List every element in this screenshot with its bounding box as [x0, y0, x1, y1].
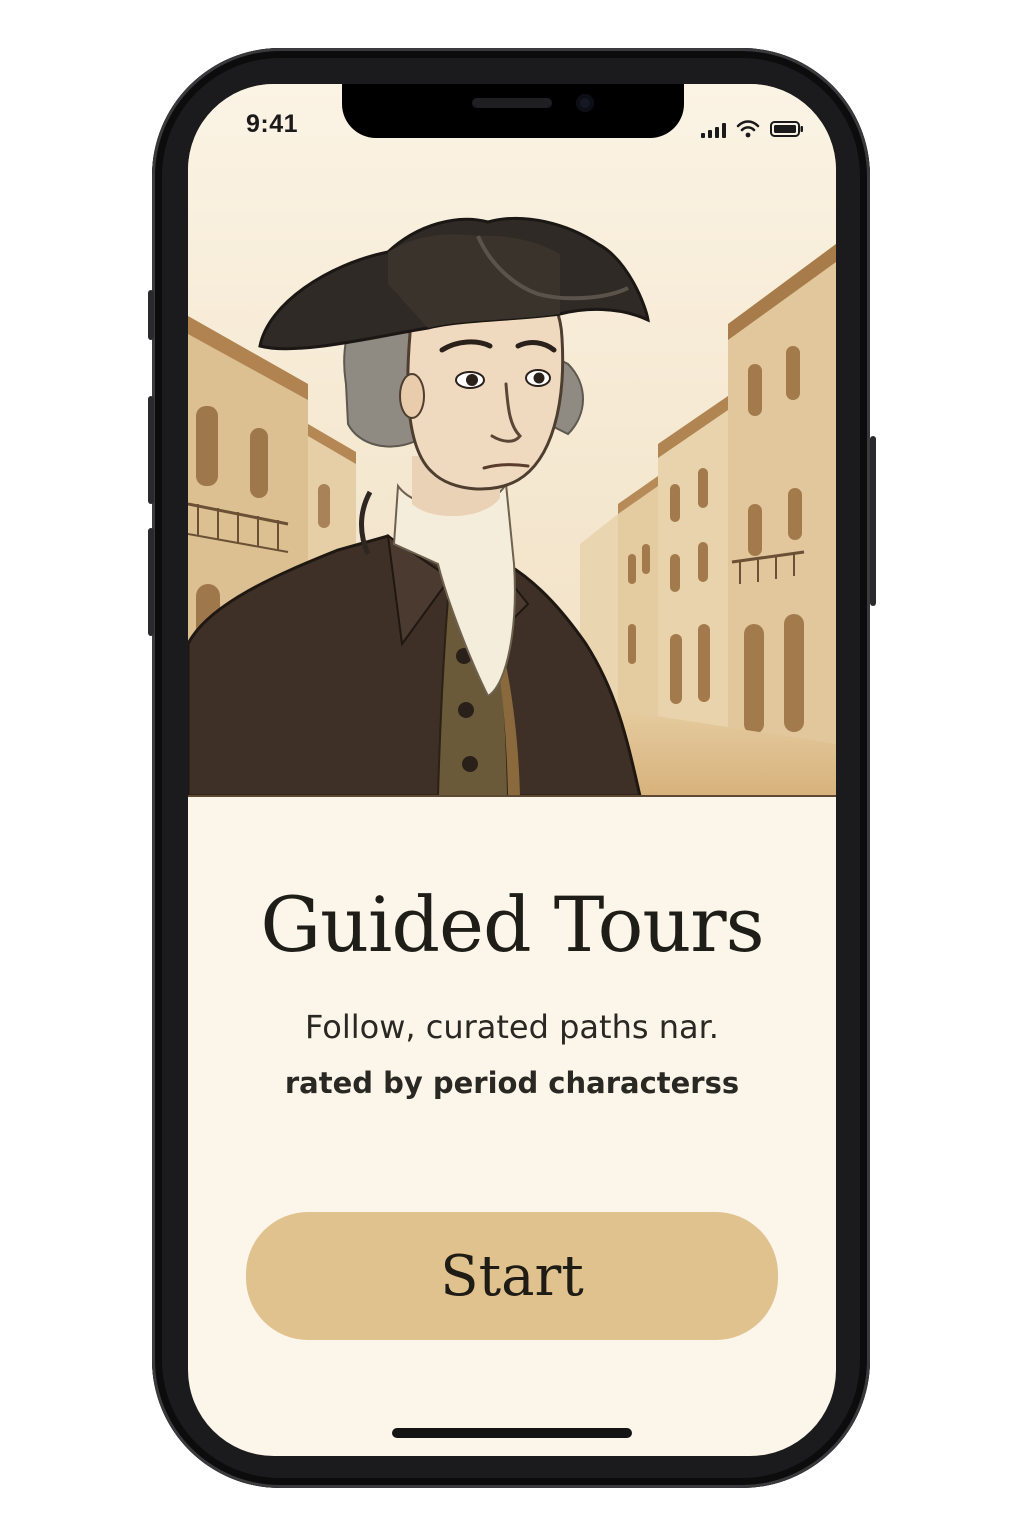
subtitle-line-2: rated by period characterss	[284, 1066, 740, 1100]
status-time: 9:41	[246, 110, 299, 138]
notch	[342, 84, 684, 138]
app-screen: 9:41 Guided Tours Follow, curated paths …	[188, 84, 836, 1456]
home-indicator[interactable]	[392, 1428, 632, 1438]
device-mockup: 9:41 Guided Tours Follow, curated paths …	[0, 0, 1024, 1536]
volume-down-button	[148, 528, 154, 636]
page-title: Guided Tours	[260, 880, 764, 969]
volume-up-button	[148, 396, 154, 504]
portrait-illustration	[188, 84, 836, 796]
mute-switch	[148, 290, 154, 340]
subtitle-line-1: Follow, curated paths nar.	[305, 1008, 719, 1046]
start-button[interactable]: Start	[246, 1212, 778, 1340]
status-icons	[701, 118, 804, 138]
speaker-grille	[472, 98, 552, 108]
hero-divider	[188, 795, 836, 797]
battery-icon	[770, 120, 804, 138]
start-button-label: Start	[440, 1243, 584, 1309]
cellular-signal-icon	[701, 122, 726, 138]
wifi-icon	[736, 120, 760, 138]
power-button	[870, 436, 876, 606]
hero-illustration	[188, 84, 836, 796]
front-camera	[576, 94, 594, 112]
status-bar: 9:41	[188, 84, 836, 164]
